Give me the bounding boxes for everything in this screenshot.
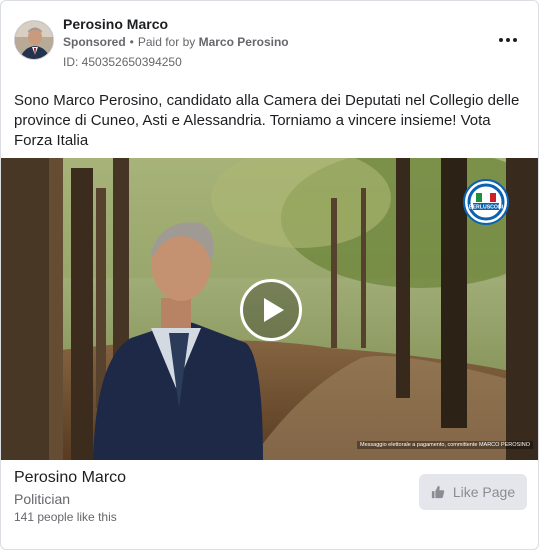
play-button[interactable] [240, 279, 302, 341]
like-page-label: Like Page [452, 484, 516, 500]
ad-id: ID: 450352650394250 [63, 55, 182, 69]
ad-card: Perosino Marco Sponsored • Paid for by Mar… [0, 0, 539, 550]
post-body-text: Sono Marco Perosino, candidato alla Came… [14, 92, 520, 149]
more-dots-icon [506, 38, 510, 42]
page-avatar[interactable] [14, 20, 54, 60]
meta-separator: • [129, 35, 134, 49]
party-logo-graphic: BERLUSCONI [466, 182, 506, 222]
post-header: Perosino Marco Sponsored • Paid for by Mar… [1, 1, 538, 81]
more-dots-icon [513, 38, 517, 42]
play-icon [263, 298, 284, 322]
page-category: Politician [14, 491, 71, 507]
paid-for-prefix: Paid for by [137, 35, 196, 49]
page-likes-count: 141 people like this [14, 510, 117, 524]
page-name[interactable]: Perosino Marco [63, 16, 168, 32]
svg-text:BERLUSCONI: BERLUSCONI [469, 205, 504, 211]
sponsored-label: Sponsored [63, 35, 126, 49]
more-options-button[interactable] [496, 32, 520, 48]
sponsored-meta: Sponsored • Paid for by Marco Perosino [63, 35, 289, 49]
more-dots-icon [499, 38, 503, 42]
thumbs-up-icon [431, 485, 445, 499]
footer-page-name[interactable]: Perosino Marco [14, 469, 126, 487]
avatar-photo [15, 21, 53, 59]
like-page-button[interactable]: Like Page [419, 474, 527, 510]
payer-name: Marco Perosino [198, 35, 289, 49]
forza-italia-logo: BERLUSCONI [463, 179, 509, 225]
video-caption: Messaggio elettorale a pagamento, commit… [357, 441, 533, 449]
